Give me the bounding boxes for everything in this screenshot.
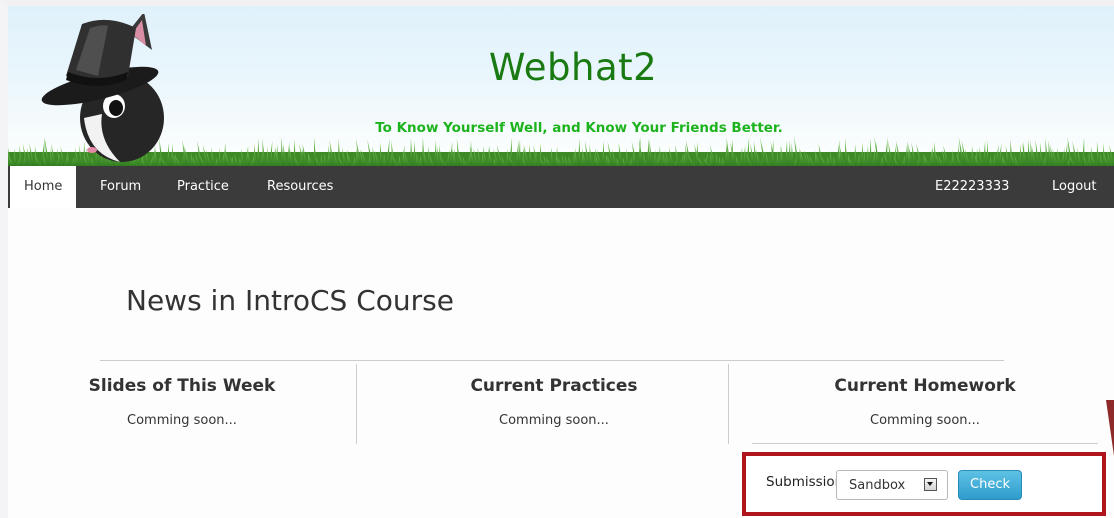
- page: Webhat2 To Know Yourself Well, and Know …: [0, 0, 1114, 518]
- column-text-homework: Comming soon...: [870, 413, 980, 428]
- news-title: News in IntroCS Course: [126, 284, 454, 317]
- submission-select-value: Sandbox: [849, 478, 906, 493]
- nav-user-id[interactable]: E22223333: [935, 166, 1009, 208]
- nav-practice[interactable]: Practice: [177, 166, 229, 208]
- nav-resources[interactable]: Resources: [267, 166, 333, 208]
- check-button[interactable]: Check: [958, 470, 1022, 500]
- column-text-practices: Comming soon...: [499, 413, 609, 428]
- submission-select[interactable]: Sandbox: [836, 470, 948, 500]
- homework-divider: [752, 443, 1098, 444]
- chevron-down-icon[interactable]: [924, 478, 937, 491]
- column-title-homework: Current Homework: [834, 376, 1016, 396]
- site-title: Webhat2: [488, 46, 658, 89]
- column-text-slides: Comming soon...: [127, 413, 237, 428]
- submission-panel: Submission: Sandbox Check: [742, 452, 1106, 516]
- nav-logout[interactable]: Logout: [1052, 166, 1097, 208]
- main-navbar: Home Forum Practice Resources E22223333 …: [8, 166, 1114, 208]
- red-arrow-marker-icon: [1106, 400, 1114, 456]
- nav-forum[interactable]: Forum: [100, 166, 141, 208]
- column-divider: [356, 364, 357, 444]
- column-divider: [728, 364, 729, 444]
- column-title-practices: Current Practices: [470, 376, 638, 396]
- site-subtitle: To Know Yourself Well, and Know Your Fri…: [375, 120, 783, 136]
- site-header: Webhat2 To Know Yourself Well, and Know …: [8, 6, 1114, 166]
- rabbit-top-hat-mascot-icon: [41, 14, 164, 162]
- column-title-slides: Slides of This Week: [88, 376, 276, 396]
- nav-home[interactable]: Home: [10, 166, 77, 208]
- section-divider: [100, 360, 1004, 361]
